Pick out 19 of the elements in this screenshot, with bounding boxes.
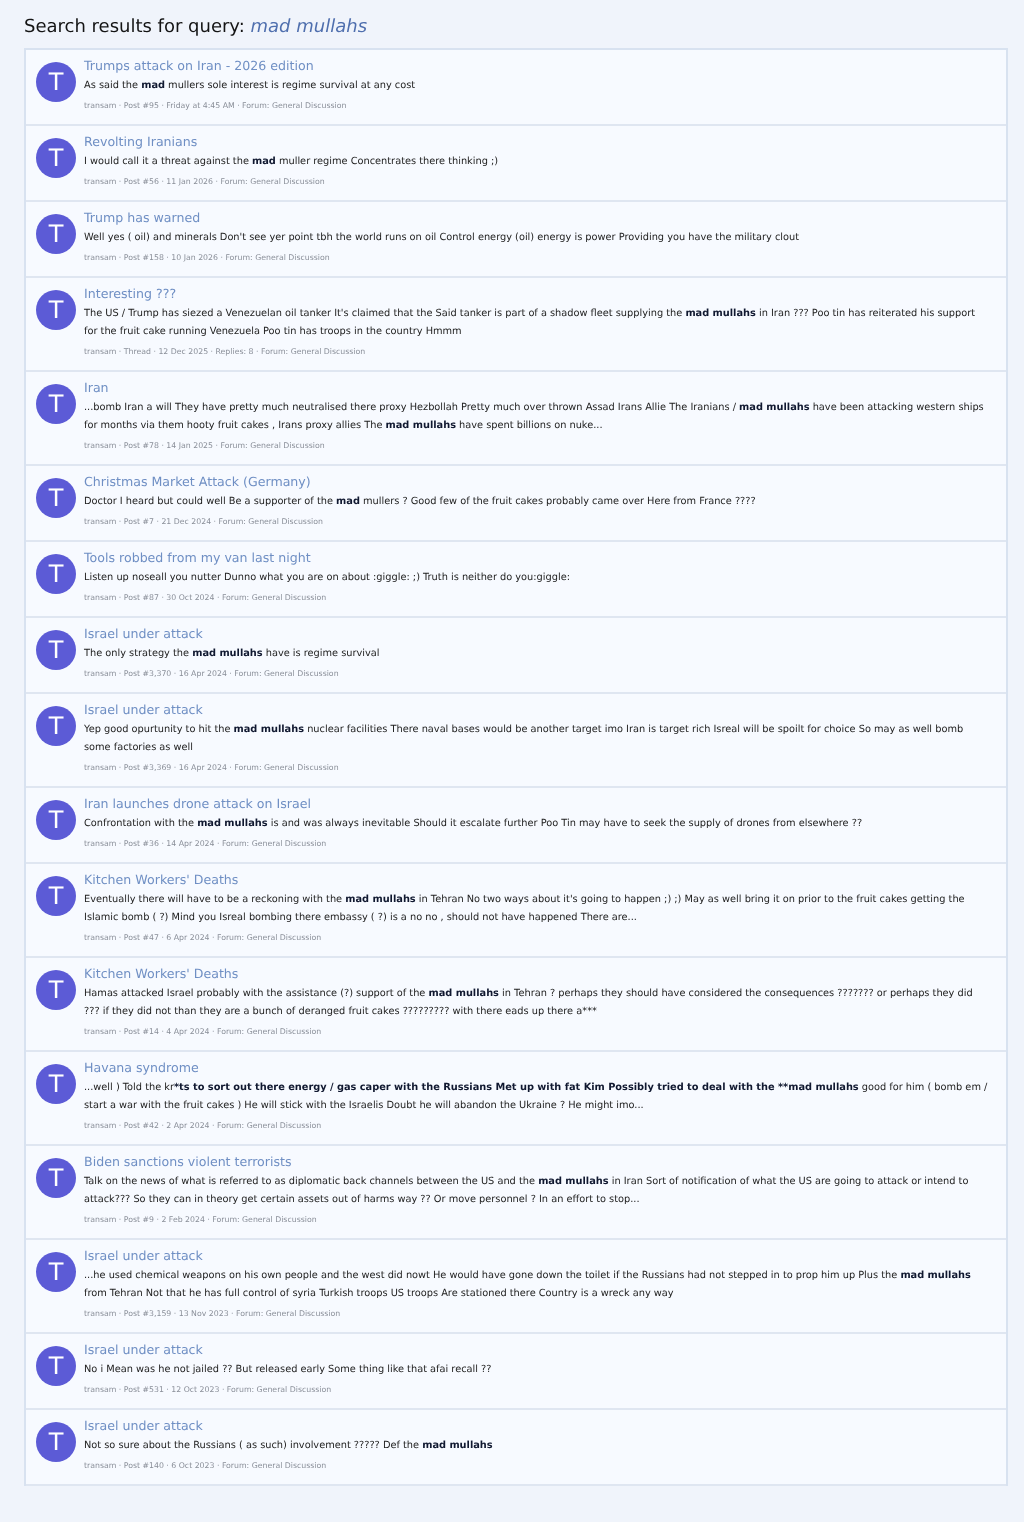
avatar[interactable]: T bbox=[36, 706, 76, 746]
avatar[interactable]: T bbox=[36, 554, 76, 594]
search-query: mad mullahs bbox=[250, 18, 368, 38]
avatar[interactable]: T bbox=[36, 62, 76, 102]
avatar[interactable]: T bbox=[36, 800, 76, 840]
avatar[interactable]: T bbox=[36, 970, 76, 1010]
heading-label: Search results for query: bbox=[24, 18, 245, 38]
avatar[interactable]: T bbox=[36, 478, 76, 518]
avatar[interactable]: T bbox=[36, 630, 76, 670]
avatar[interactable]: T bbox=[36, 1252, 76, 1292]
avatar[interactable]: T bbox=[36, 1158, 76, 1198]
avatar[interactable]: T bbox=[36, 214, 76, 254]
avatar[interactable]: T bbox=[36, 1064, 76, 1104]
avatar[interactable]: T bbox=[36, 876, 76, 916]
avatar[interactable]: T bbox=[36, 138, 76, 178]
avatar[interactable]: T bbox=[36, 384, 76, 424]
avatar[interactable]: T bbox=[36, 290, 76, 330]
avatar[interactable]: T bbox=[36, 1422, 76, 1462]
avatar[interactable]: T bbox=[36, 1346, 76, 1386]
